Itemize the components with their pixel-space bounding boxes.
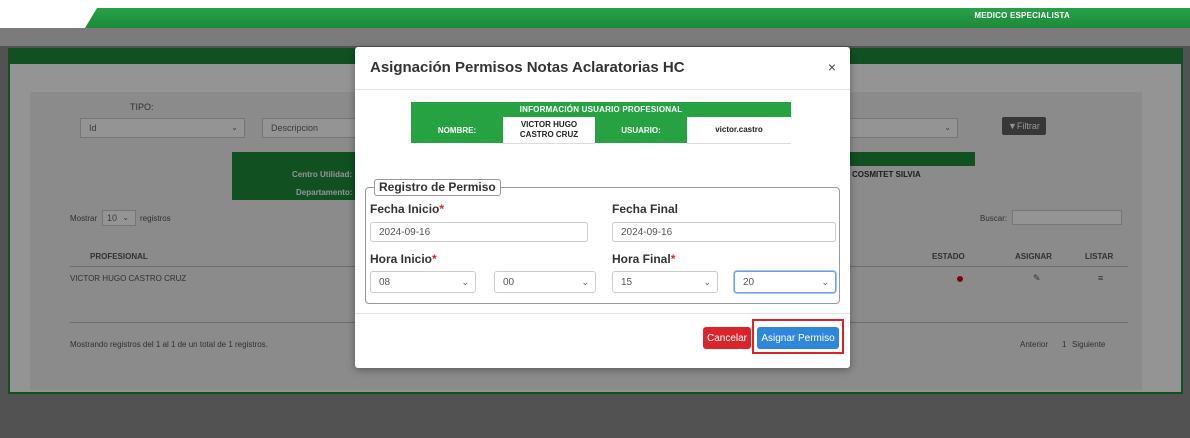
modal-header-divider — [355, 89, 850, 90]
registro-permiso-fieldset: Registro de Permiso Fecha Inicio* Fecha … — [365, 179, 840, 304]
hora-final-label: Hora Final* — [612, 252, 676, 266]
fecha-final-label: Fecha Final — [612, 202, 679, 216]
hora-inicio-label: Hora Inicio* — [370, 252, 437, 266]
user-info-table: INFORMACIÓN USUARIO PROFESIONAL NOMBRE: … — [411, 102, 791, 144]
usuario-value: victor.castro — [687, 117, 791, 144]
chevron-down-icon: ⌄ — [581, 277, 589, 287]
fecha-final-input[interactable] — [612, 222, 836, 242]
hora-inicio-minute-value: 00 — [503, 277, 515, 288]
fecha-inicio-label: Fecha Inicio* — [370, 202, 445, 216]
hora-final-hour-select[interactable]: 15 ⌄ — [612, 271, 718, 293]
cancel-button[interactable]: Cancelar — [703, 327, 751, 349]
top-bar: MEDICO ESPECIALISTA — [0, 0, 1190, 30]
user-info-heading: INFORMACIÓN USUARIO PROFESIONAL — [411, 102, 791, 117]
chevron-down-icon: ⌄ — [821, 277, 829, 287]
hora-final-hour-value: 15 — [621, 277, 633, 288]
hora-final-minute-select[interactable]: 20 ⌄ — [734, 271, 836, 293]
chevron-down-icon: ⌄ — [461, 277, 469, 287]
modal-footer-divider — [355, 313, 850, 314]
modal-title: Asignación Permisos Notas Aclaratorias H… — [370, 59, 685, 76]
nombre-value: VICTOR HUGO CASTRO CRUZ — [503, 117, 595, 144]
hora-inicio-hour-value: 08 — [379, 277, 391, 288]
nombre-label: NOMBRE: — [411, 117, 503, 143]
hora-inicio-hour-select[interactable]: 08 ⌄ — [370, 271, 476, 293]
hora-inicio-minute-select[interactable]: 00 ⌄ — [494, 271, 596, 293]
assign-permission-button[interactable]: Asignar Permiso — [757, 327, 839, 349]
assign-permission-modal: Asignación Permisos Notas Aclaratorias H… — [355, 47, 850, 368]
usuario-label: USUARIO: — [595, 117, 687, 143]
fieldset-legend: Registro de Permiso — [374, 179, 501, 196]
chevron-down-icon: ⌄ — [703, 277, 711, 287]
close-icon[interactable]: × — [828, 60, 836, 74]
hora-final-minute-value: 20 — [743, 277, 755, 288]
fecha-inicio-input[interactable] — [370, 222, 588, 242]
user-role-label: MEDICO ESPECIALISTA — [974, 11, 1070, 20]
